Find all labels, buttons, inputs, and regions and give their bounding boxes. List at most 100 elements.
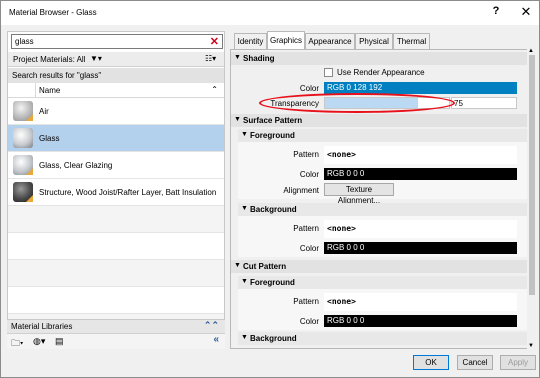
surface-bg-color-field[interactable]: RGB 0 0 0	[324, 242, 517, 254]
cut-pattern-header-label: Cut Pattern	[243, 262, 287, 271]
collapse-triangle-icon: ▼	[234, 54, 241, 61]
list-item[interactable]: Glass	[8, 125, 224, 152]
material-libraries-label: Material Libraries	[11, 322, 73, 331]
cut-pattern-section-header[interactable]: ▼ Cut Pattern	[231, 260, 527, 273]
shading-header-label: Shading	[243, 54, 275, 63]
empty-row	[8, 260, 224, 287]
material-name: Glass	[39, 134, 60, 143]
search-input-value: glass	[15, 37, 34, 46]
surface-bg-pattern-value: <none>	[327, 224, 356, 233]
material-name: Glass, Clear Glazing	[39, 161, 113, 170]
dialog-footer: OK Cancel Apply	[1, 351, 539, 377]
surface-bg-color-label: Color	[299, 244, 319, 253]
shading-color-label: Color	[299, 84, 319, 93]
material-list-pane: glass ✕ Project Materials: All ▼▾ ☷▾ Sea…	[7, 31, 225, 349]
annotation-ellipse	[259, 93, 455, 113]
collapse-triangle-icon: ▼	[241, 131, 248, 138]
cut-fg-pattern-field[interactable]: <none>	[324, 293, 517, 311]
empty-row	[8, 233, 224, 260]
surface-fg-color-label: Color	[299, 170, 319, 179]
expand-libraries-icon[interactable]: ⌃⌃	[204, 320, 219, 331]
surface-pattern-section-header[interactable]: ▼ Surface Pattern	[231, 114, 527, 127]
list-item[interactable]: Structure, Wood Joist/Rafter Layer, Batt…	[8, 179, 224, 206]
use-render-appearance-checkbox[interactable]	[324, 68, 333, 77]
properties-scrollbar[interactable]: ▲ ▼	[527, 48, 537, 349]
surface-fg-pattern-value: <none>	[327, 150, 356, 159]
wood-sphere-icon	[13, 182, 33, 202]
alignment-label: Alignment	[283, 186, 319, 195]
scroll-up-icon[interactable]: ▲	[528, 48, 534, 54]
list-item[interactable]: Air	[8, 98, 224, 125]
project-materials-bar: Project Materials: All ▼▾ ☷▾	[8, 52, 224, 67]
texture-alignment-button[interactable]: Texture Alignment...	[324, 183, 394, 205]
tab-graphics[interactable]: Graphics	[267, 31, 305, 49]
ok-button[interactable]: OK	[413, 355, 449, 370]
surface-fg-color-value: RGB 0 0 0	[327, 169, 365, 178]
close-icon[interactable]: ✕	[519, 4, 533, 20]
tab-appearance[interactable]: Appearance	[305, 33, 355, 49]
column-divider	[35, 83, 36, 98]
view-options-icon[interactable]: ☷▾	[205, 54, 216, 63]
glass-cube-icon	[13, 155, 33, 175]
cut-background-header[interactable]: ▼ Background	[238, 332, 527, 345]
cut-fg-pattern-value: <none>	[327, 297, 356, 306]
scroll-down-icon[interactable]: ▼	[528, 343, 534, 349]
tab-identity[interactable]: Identity	[234, 33, 267, 49]
collapse-triangle-icon: ▼	[241, 334, 248, 341]
search-results-label: Search results for "glass"	[12, 71, 102, 80]
search-results-header: Search results for "glass"	[8, 68, 224, 83]
surface-foreground-header[interactable]: ▼ Foreground	[238, 129, 527, 142]
glass-cube-icon	[13, 128, 33, 148]
collapse-library-icon[interactable]: «	[213, 334, 219, 345]
cancel-button[interactable]: Cancel	[457, 355, 493, 370]
empty-row	[8, 287, 224, 314]
surface-fg-pattern-label: Pattern	[293, 150, 319, 159]
window-title: Material Browser - Glass	[9, 8, 97, 17]
transparency-value: 75	[454, 99, 463, 108]
use-render-appearance-label: Use Render Appearance	[337, 68, 425, 77]
air-sphere-icon	[13, 101, 33, 121]
help-icon[interactable]: ?	[489, 5, 503, 17]
surface-background-header[interactable]: ▼ Background	[238, 203, 527, 216]
surface-fg-pattern-field[interactable]: <none>	[324, 146, 517, 164]
material-list: Air Glass Glass, Clear Glazing Structure…	[8, 98, 224, 341]
title-bar: Material Browser - Glass ? ✕	[1, 1, 539, 25]
project-materials-label: Project Materials: All	[13, 55, 86, 64]
library-view-icon[interactable]: ▤	[55, 336, 64, 347]
name-column-label: Name	[39, 86, 61, 95]
material-libraries-bar[interactable]: Material Libraries ⌃⌃	[7, 319, 225, 333]
material-name: Air	[39, 107, 49, 116]
surface-foreground-label: Foreground	[250, 131, 295, 140]
column-header[interactable]: Name ⌃	[8, 83, 224, 98]
cut-background-label: Background	[250, 334, 297, 343]
cut-fg-pattern-label: Pattern	[293, 297, 319, 306]
cut-fg-color-value: RGB 0 0 0	[327, 316, 365, 325]
collapse-triangle-icon: ▼	[234, 262, 241, 269]
empty-row	[8, 206, 224, 233]
tab-physical[interactable]: Physical	[355, 33, 393, 49]
surface-background-label: Background	[250, 205, 297, 214]
transparency-value-field[interactable]: 75	[451, 97, 517, 109]
collapse-triangle-icon: ▼	[234, 116, 241, 123]
clear-search-icon[interactable]: ✕	[210, 35, 219, 48]
asset-browser-icon[interactable]: ◍▾	[33, 336, 45, 347]
shading-color-value: RGB 0 128 192	[327, 83, 383, 92]
surface-fg-color-field[interactable]: RGB 0 0 0	[324, 168, 517, 180]
collapse-triangle-icon: ▼	[241, 205, 248, 212]
cut-fg-color-label: Color	[299, 317, 319, 326]
search-input[interactable]: glass ✕	[11, 34, 223, 49]
open-library-icon[interactable]: 🗀▾	[11, 336, 23, 352]
scrollbar-thumb[interactable]	[529, 55, 535, 295]
cut-fg-color-field[interactable]: RGB 0 0 0	[324, 315, 517, 327]
surface-bg-pattern-label: Pattern	[293, 224, 319, 233]
cut-foreground-header[interactable]: ▼ Foreground	[238, 276, 527, 289]
apply-button[interactable]: Apply	[500, 355, 536, 370]
surface-bg-pattern-field[interactable]: <none>	[324, 220, 517, 238]
shading-section-header[interactable]: ▼ Shading	[231, 52, 527, 65]
list-item[interactable]: Glass, Clear Glazing	[8, 152, 224, 179]
material-name: Structure, Wood Joist/Rafter Layer, Batt…	[39, 188, 217, 197]
sort-chevron-icon[interactable]: ⌃	[211, 85, 218, 94]
tab-thermal[interactable]: Thermal	[393, 33, 430, 49]
surface-bg-color-value: RGB 0 0 0	[327, 243, 365, 252]
filter-icon[interactable]: ▼▾	[90, 54, 102, 63]
